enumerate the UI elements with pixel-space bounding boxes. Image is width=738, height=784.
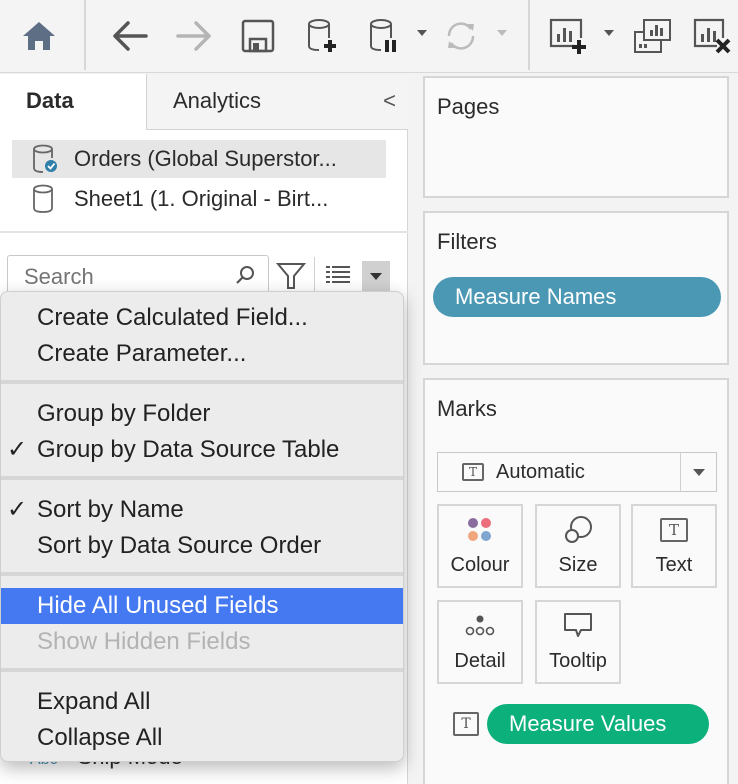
pause-dropdown-caret[interactable] bbox=[417, 30, 427, 36]
checkmark-icon: ✓ bbox=[7, 436, 28, 463]
menu-item-sort-by-name[interactable]: ✓ Sort by Name bbox=[1, 492, 403, 528]
filter-icon[interactable] bbox=[276, 262, 306, 290]
text-encoding-icon[interactable]: T bbox=[453, 712, 479, 736]
marks-card: Marks T Automatic Colour Size T Text Det… bbox=[423, 378, 729, 784]
toolbar-divider bbox=[314, 257, 315, 291]
mark-type-label: Automatic bbox=[496, 460, 585, 483]
marks-colour-button[interactable]: Colour bbox=[437, 504, 523, 588]
clear-sheet-button[interactable] bbox=[692, 14, 734, 58]
checkmark-icon: ✓ bbox=[7, 496, 28, 523]
menu-item-sort-by-data-source-order[interactable]: Sort by Data Source Order bbox=[1, 528, 403, 564]
toolbar-divider bbox=[528, 0, 530, 70]
data-source-label: Sheet1 (1. Original - Birt... bbox=[74, 186, 329, 211]
search-box[interactable] bbox=[7, 255, 269, 295]
marks-pill-measure-values[interactable]: Measure Values bbox=[487, 704, 709, 744]
caret-down-icon bbox=[692, 468, 705, 476]
marks-card-label: Colour bbox=[450, 554, 510, 576]
refresh-button[interactable] bbox=[440, 14, 482, 58]
duplicate-sheet-icon bbox=[634, 19, 671, 53]
collapse-pane-button[interactable]: < bbox=[383, 88, 396, 114]
forward-button[interactable] bbox=[172, 14, 216, 58]
menu-item-label: Group by Data Source Table bbox=[37, 436, 340, 463]
refresh-icon bbox=[447, 22, 475, 50]
menu-item-create-parameter[interactable]: Create Parameter... bbox=[1, 336, 403, 372]
text-mark-icon: T bbox=[462, 463, 484, 481]
mark-type-caret[interactable] bbox=[680, 453, 716, 491]
marks-text-button[interactable]: T Text bbox=[631, 504, 717, 588]
search-icon bbox=[236, 266, 254, 284]
pause-auto-updates-button[interactable] bbox=[364, 14, 404, 58]
forward-arrow-icon bbox=[176, 21, 211, 51]
new-data-source-icon bbox=[308, 19, 336, 52]
search-input[interactable] bbox=[8, 256, 218, 290]
data-source-label: Orders (Global Superstor... bbox=[74, 146, 337, 171]
marks-card-label: Size bbox=[558, 554, 598, 576]
marks-card-title: Marks bbox=[437, 396, 497, 421]
colour-icon bbox=[468, 518, 491, 541]
marks-card-label: Text bbox=[655, 554, 693, 576]
menu-item-group-by-folder[interactable]: Group by Folder bbox=[1, 396, 403, 432]
menu-separator bbox=[1, 668, 403, 672]
clear-sheet-icon bbox=[693, 18, 731, 54]
back-arrow-icon bbox=[113, 21, 148, 51]
menu-item-collapse-all[interactable]: Collapse All bbox=[1, 720, 403, 756]
menu-item-group-by-data-source-table[interactable]: ✓ Group by Data Source Table bbox=[1, 432, 403, 468]
tab-data[interactable]: Data bbox=[0, 74, 146, 130]
menu-separator bbox=[1, 476, 403, 480]
data-source-item[interactable]: Orders (Global Superstor... bbox=[12, 140, 386, 178]
tab-analytics-label: Analytics bbox=[173, 88, 262, 113]
home-icon bbox=[23, 22, 55, 50]
database-check-icon bbox=[33, 144, 57, 173]
pages-shelf[interactable]: Pages bbox=[423, 76, 729, 198]
back-button[interactable] bbox=[108, 14, 152, 58]
size-icon bbox=[565, 516, 592, 543]
menu-item-show-hidden-fields: Show Hidden Fields bbox=[37, 628, 251, 655]
tab-analytics[interactable]: Analytics < bbox=[146, 74, 408, 130]
new-data-source-button[interactable] bbox=[302, 14, 342, 58]
filters-shelf[interactable]: Filters Measure Names bbox=[423, 211, 729, 365]
menu-item-label: Sort by Name bbox=[37, 496, 184, 523]
text-icon: T bbox=[660, 518, 688, 542]
data-source-item[interactable]: Sheet1 (1. Original - Birt... bbox=[12, 180, 386, 218]
menu-item-hide-all-unused-fields[interactable]: Hide All Unused Fields bbox=[1, 588, 403, 624]
marks-size-button[interactable]: Size bbox=[535, 504, 621, 588]
duplicate-sheet-button[interactable] bbox=[632, 14, 674, 58]
filters-shelf-title: Filters bbox=[437, 229, 497, 254]
menu-item-expand-all[interactable]: Expand All bbox=[1, 684, 403, 720]
tooltip-icon bbox=[564, 613, 592, 637]
menu-separator bbox=[1, 572, 403, 576]
marks-detail-button[interactable]: Detail bbox=[437, 600, 523, 684]
toolbar bbox=[0, 0, 738, 73]
data-pane-menu-button[interactable] bbox=[362, 261, 390, 291]
data-pane-context-menu: Create Calculated Field... Create Parame… bbox=[0, 291, 404, 762]
refresh-dropdown-caret[interactable] bbox=[497, 30, 507, 36]
home-button[interactable] bbox=[18, 14, 60, 58]
mark-type-dropdown[interactable]: T Automatic bbox=[437, 452, 717, 492]
pages-shelf-title: Pages bbox=[437, 94, 500, 119]
save-button[interactable] bbox=[238, 14, 278, 58]
new-worksheet-icon bbox=[549, 18, 586, 54]
pane-divider bbox=[0, 231, 408, 233]
menu-separator bbox=[1, 380, 403, 384]
new-worksheet-button[interactable] bbox=[548, 14, 590, 58]
marks-card-label: Detail bbox=[454, 650, 506, 672]
marks-tooltip-button[interactable]: Tooltip bbox=[535, 600, 621, 684]
save-icon bbox=[241, 19, 275, 53]
list-view-icon[interactable] bbox=[326, 265, 350, 285]
pause-auto-updates-icon bbox=[370, 19, 396, 52]
toolbar-divider bbox=[84, 0, 86, 70]
filter-pill-measure-names[interactable]: Measure Names bbox=[433, 277, 721, 317]
detail-icon bbox=[465, 615, 495, 636]
menu-item-create-calculated-field[interactable]: Create Calculated Field... bbox=[1, 300, 403, 336]
new-worksheet-dropdown-caret[interactable] bbox=[604, 30, 614, 36]
caret-down-icon bbox=[370, 272, 382, 280]
marks-card-label: Tooltip bbox=[549, 650, 607, 672]
database-icon bbox=[33, 184, 53, 213]
